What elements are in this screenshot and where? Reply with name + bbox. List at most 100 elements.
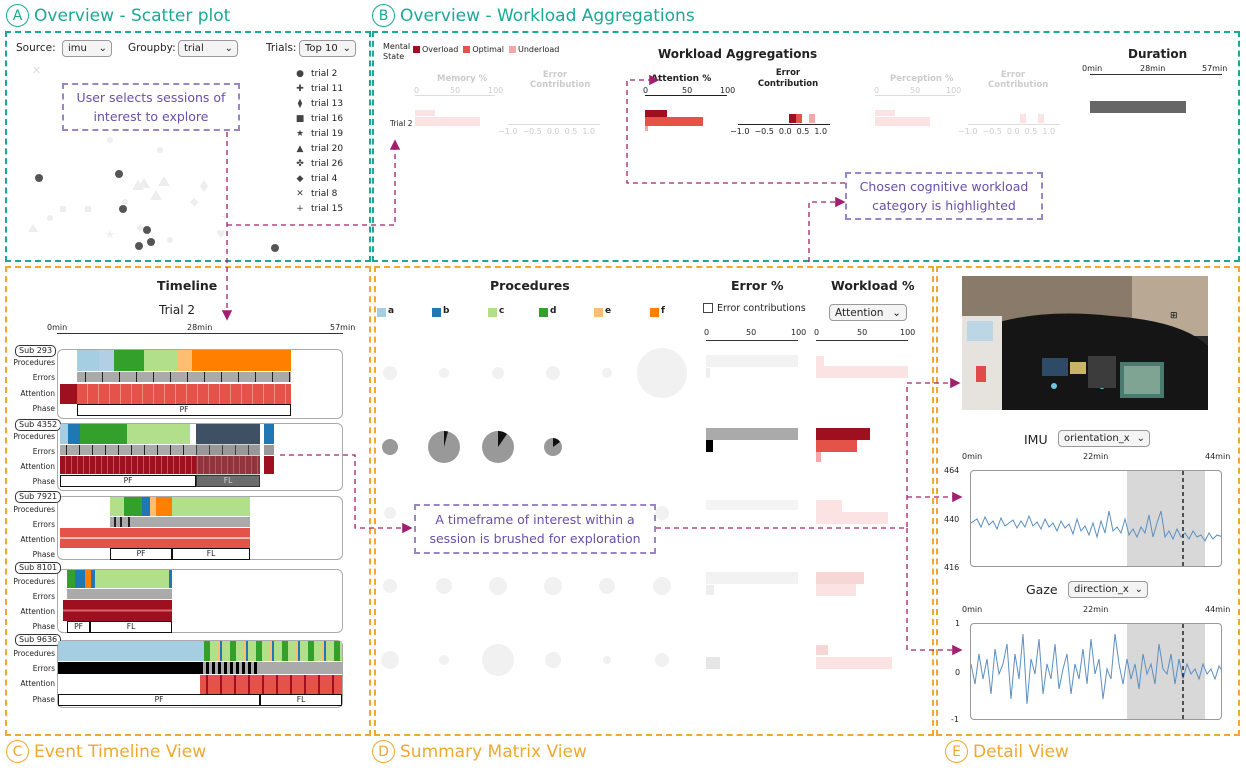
section-d-title: D Summary Matrix View xyxy=(372,740,587,763)
attention-segment xyxy=(60,528,250,548)
row-label: Phase xyxy=(32,404,55,413)
workload-bar xyxy=(816,584,856,596)
legend-item[interactable]: ⧫ trial 13 xyxy=(293,96,343,111)
axis-tick: 0min xyxy=(962,605,983,614)
phase-segment: PF xyxy=(67,621,90,633)
contrib-bar xyxy=(1020,114,1026,123)
workload-title: Workload % xyxy=(831,278,915,293)
groupby-select[interactable]: trial ⌄ xyxy=(178,40,238,57)
error-contrib-axis xyxy=(738,124,830,125)
axis-tick: 44min xyxy=(1205,605,1231,614)
swatch xyxy=(539,308,548,317)
imu-chart[interactable] xyxy=(970,470,1222,567)
error-contrib-title: Error Contribution xyxy=(988,70,1049,90)
axis-tick: -1 xyxy=(951,715,959,724)
selected-pies xyxy=(382,430,562,463)
optimal-swatch xyxy=(463,46,471,53)
chevron-down-icon: ⌄ xyxy=(1134,584,1143,595)
axis-tick: 0 xyxy=(414,86,420,95)
legend-item[interactable]: ✕ trial 8 xyxy=(293,186,343,201)
row-label: Procedures xyxy=(13,432,55,441)
subject-label: Sub 4352 xyxy=(15,419,62,431)
error-track xyxy=(200,662,260,674)
workload-bar xyxy=(816,512,888,524)
optimal-contrib xyxy=(796,114,802,123)
error-bar xyxy=(706,440,713,452)
workload-select[interactable]: Attention ⌄ xyxy=(829,304,907,321)
workload-bar xyxy=(816,500,842,512)
memory-bar xyxy=(415,110,435,116)
trial-row-label: Trial 2 xyxy=(390,119,413,128)
selected-points xyxy=(35,170,279,252)
axis-tick: 50 xyxy=(857,328,868,337)
legend-item[interactable]: ✤ trial 26 xyxy=(293,156,343,171)
procedure-segment xyxy=(80,424,127,444)
error-contrib-ticks: −1.0 −0.5 0.0 0.5 1.0 xyxy=(498,127,596,136)
legend-item[interactable]: ✚ trial 11 xyxy=(293,81,343,96)
legend-item[interactable]: ★ trial 19 xyxy=(293,126,343,141)
row-label: Attention xyxy=(20,679,55,688)
legend-item[interactable]: ▲ trial 20 xyxy=(293,141,344,156)
procedure-segment xyxy=(144,350,177,371)
legend-item[interactable]: ■ trial 16 xyxy=(293,111,343,126)
gaze-select[interactable]: direction_x ⌄ xyxy=(1068,581,1148,598)
procedure-segment xyxy=(68,424,80,444)
svg-text:♥: ♥ xyxy=(216,228,226,241)
procedure-segment xyxy=(67,570,75,588)
svg-text:◆: ◆ xyxy=(190,195,199,208)
imu-select[interactable]: orientation_x ⌄ xyxy=(1058,430,1150,447)
row-label: Procedures xyxy=(13,649,55,658)
axis-tick: 22min xyxy=(1083,452,1109,461)
axis-tick: 100 xyxy=(791,328,807,337)
error-track xyxy=(110,517,250,527)
axis-tick: 0 xyxy=(814,328,820,337)
procedure-key: c xyxy=(499,306,505,316)
procedures-title: Procedures xyxy=(490,278,570,293)
procedure-segment xyxy=(156,497,172,516)
chevron-down-icon: ⌄ xyxy=(98,43,107,54)
axis-tick: 0 xyxy=(874,86,880,95)
legend-item[interactable]: + trial 15 xyxy=(293,201,343,216)
error-contributions-label: Error contributions xyxy=(717,303,806,314)
trial-legend: ● trial 2 ✚ trial 11 ⧫ trial 13 ■ trial 16 ★… xyxy=(293,66,343,216)
svg-text:✕: ✕ xyxy=(32,64,41,77)
timeline-title: Timeline xyxy=(157,278,218,293)
subject-label: Sub 7921 xyxy=(15,491,62,503)
procedure-segment xyxy=(177,350,192,371)
trials-select[interactable]: Top 10 ⌄ xyxy=(299,40,356,57)
error-contributions-checkbox[interactable] xyxy=(703,303,713,313)
axis-tick: 0 xyxy=(643,86,649,95)
attention-segment xyxy=(77,384,291,404)
subject-label: Sub 293 xyxy=(15,345,57,357)
brush-selection[interactable] xyxy=(196,424,260,487)
procedure-segment xyxy=(204,641,342,661)
procedure-legend: a b c d e f xyxy=(377,306,697,318)
memory-bar xyxy=(415,117,480,126)
legend-item[interactable]: ◆ trial 4 xyxy=(293,171,343,186)
procedure-segment xyxy=(77,350,99,371)
video-frame[interactable]: ⊞ xyxy=(962,276,1208,410)
gaze-chart[interactable] xyxy=(970,623,1222,720)
row-label: Errors xyxy=(32,520,55,529)
axis-tick: 1 xyxy=(955,619,961,628)
error-bar xyxy=(706,585,714,595)
procedure-segment xyxy=(99,350,114,371)
procedure-segment xyxy=(75,570,85,588)
row-label: Attention xyxy=(20,389,55,398)
error-contrib-title: Error Contribution xyxy=(530,70,591,90)
perception-bar xyxy=(875,110,895,116)
legend-item[interactable]: ● trial 2 xyxy=(293,66,343,81)
error-contrib-axis xyxy=(508,124,600,125)
source-select[interactable]: imu ⌄ xyxy=(62,40,112,57)
swatch xyxy=(650,308,659,317)
timeline-tick: 28min xyxy=(187,323,213,332)
workload-bar xyxy=(816,366,908,378)
phase-segment: PF xyxy=(58,694,260,706)
overload-bar xyxy=(645,110,667,117)
row-label: Phase xyxy=(32,550,55,559)
underload-bar xyxy=(645,126,648,131)
row-label: Phase xyxy=(32,622,55,631)
row-label: Attention xyxy=(20,607,55,616)
phase-segment: FL xyxy=(260,694,342,706)
procedure-key: a xyxy=(388,306,395,316)
